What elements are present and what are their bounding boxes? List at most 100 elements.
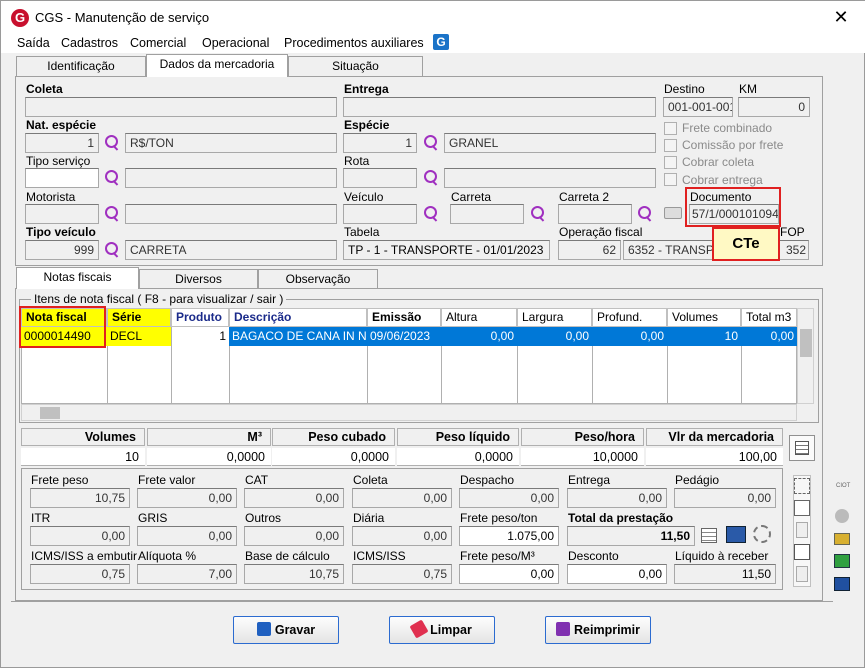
cell-altura[interactable]: 0,00 xyxy=(441,327,517,346)
gris-field[interactable]: 0,00 xyxy=(137,526,237,546)
desconto-field[interactable]: 0,00 xyxy=(567,564,667,584)
menu-saida[interactable]: Saída xyxy=(17,36,50,50)
cell-largura[interactable]: 0,00 xyxy=(517,327,592,346)
users-icon[interactable] xyxy=(834,554,850,568)
frete-combinado-checkbox[interactable] xyxy=(664,122,677,135)
cell-volumes[interactable]: 10 xyxy=(667,327,741,346)
horizontal-scrollbar[interactable] xyxy=(21,404,797,421)
entrega-field[interactable] xyxy=(343,97,656,117)
close-button[interactable]: ✕ xyxy=(829,5,853,29)
frete-valor-field[interactable]: 0,00 xyxy=(137,488,237,508)
col-profund[interactable]: Profund. xyxy=(592,308,667,327)
coleta-valor-field[interactable]: 0,00 xyxy=(352,488,452,508)
despacho-field[interactable]: 0,00 xyxy=(459,488,559,508)
menu-comercial[interactable]: Comercial xyxy=(130,36,186,50)
carreta2-field[interactable] xyxy=(558,204,632,224)
col-emissao[interactable]: Emissão xyxy=(367,308,441,327)
subtab-observacao[interactable]: Observação xyxy=(258,269,378,289)
aliquota-field[interactable]: 7,00 xyxy=(137,564,237,584)
tabela-field[interactable]: TP - 1 - TRANSPORTE - 01/01/2023 xyxy=(343,240,550,260)
coleta-field[interactable] xyxy=(25,97,337,117)
ciot-icon[interactable]: CIOT xyxy=(836,483,850,493)
vertical-scrollbar[interactable] xyxy=(797,308,814,404)
frete-peso-field[interactable]: 10,75 xyxy=(30,488,130,508)
cell-emissao[interactable]: 09/06/2023 xyxy=(367,327,441,346)
destino-field[interactable]: 001-001-001 xyxy=(663,97,733,117)
book-icon[interactable] xyxy=(726,526,746,543)
menu-operacional[interactable]: Operacional xyxy=(202,36,269,50)
diaria-field[interactable]: 0,00 xyxy=(352,526,452,546)
subtab-notas-fiscais[interactable]: Notas fiscais xyxy=(16,267,139,289)
especie-code[interactable]: 1 xyxy=(343,133,417,153)
col-largura[interactable]: Largura xyxy=(517,308,592,327)
truck-icon[interactable] xyxy=(664,207,682,219)
search-icon[interactable] xyxy=(103,241,121,259)
hscroll-thumb[interactable] xyxy=(40,407,60,419)
itr-field[interactable]: 0,00 xyxy=(30,526,130,546)
search-icon[interactable] xyxy=(422,134,440,152)
tab-identificacao[interactable]: Identificação xyxy=(16,56,146,76)
doc-icon[interactable] xyxy=(796,522,808,538)
menu-cadastros[interactable]: Cadastros xyxy=(61,36,118,50)
circle-icon[interactable] xyxy=(835,509,849,523)
hand-icon[interactable] xyxy=(834,533,850,545)
cell-serie[interactable]: DECL xyxy=(107,327,171,346)
tab-dados-mercadoria[interactable]: Dados da mercadoria xyxy=(146,54,288,77)
cobrar-entrega-checkbox[interactable] xyxy=(664,173,677,186)
cell-descricao[interactable]: BAGACO DE CANA IN N... xyxy=(229,327,367,346)
icms-iss-field[interactable]: 0,75 xyxy=(352,564,452,584)
doc-icon[interactable] xyxy=(796,566,808,582)
operacao-fiscal-code[interactable]: 62 xyxy=(558,240,621,260)
col-altura[interactable]: Altura xyxy=(441,308,517,327)
subtab-diversos[interactable]: Diversos xyxy=(139,269,258,289)
search-icon[interactable] xyxy=(422,205,440,223)
cell-produto[interactable]: 1 xyxy=(171,327,229,346)
base-calculo-field[interactable]: 10,75 xyxy=(244,564,344,584)
calculator-icon[interactable] xyxy=(789,435,815,461)
tab-situacao[interactable]: Situação xyxy=(288,56,423,76)
pedagio-field[interactable]: 0,00 xyxy=(674,488,776,508)
motorista-field[interactable] xyxy=(25,204,99,224)
tipo-servico-field[interactable] xyxy=(25,168,99,188)
bug-icon[interactable] xyxy=(794,478,810,494)
entrega-valor-field[interactable]: 0,00 xyxy=(567,488,667,508)
menu-procedimentos[interactable]: Procedimentos auxiliares xyxy=(284,36,424,50)
cat-field[interactable]: 0,00 xyxy=(244,488,344,508)
icms-embutir-field[interactable]: 0,75 xyxy=(30,564,130,584)
calculator-icon[interactable] xyxy=(701,528,717,543)
carreta-field[interactable] xyxy=(450,204,524,224)
col-produto[interactable]: Produto xyxy=(171,308,229,327)
nat-especie-code[interactable]: 1 xyxy=(25,133,99,153)
comissao-checkbox[interactable] xyxy=(664,139,677,152)
col-descricao[interactable]: Descrição xyxy=(229,308,367,327)
veiculo-field[interactable] xyxy=(343,204,417,224)
cell-profund[interactable]: 0,00 xyxy=(592,327,667,346)
cobrar-coleta-checkbox[interactable] xyxy=(664,156,677,169)
reimprimir-button[interactable]: Reimprimir xyxy=(545,616,651,644)
frete-peso-m3-field[interactable]: 0,00 xyxy=(459,564,559,584)
limpar-button[interactable]: Limpar xyxy=(389,616,495,644)
search-icon[interactable] xyxy=(103,169,121,187)
km-field[interactable]: 0 xyxy=(738,97,810,117)
rota-field[interactable] xyxy=(343,168,417,188)
percent-doc-icon[interactable] xyxy=(794,500,810,516)
search-icon[interactable] xyxy=(636,205,654,223)
col-serie[interactable]: Série xyxy=(107,308,171,327)
scroll-thumb[interactable] xyxy=(800,329,812,357)
search-icon[interactable] xyxy=(422,169,440,187)
col-total-m3[interactable]: Total m3 xyxy=(741,308,797,327)
search-icon[interactable] xyxy=(103,134,121,152)
search-icon[interactable] xyxy=(529,205,547,223)
tipo-veiculo-code[interactable]: 999 xyxy=(25,240,99,260)
help-logo-icon[interactable]: G xyxy=(433,34,449,50)
monitor-icon[interactable] xyxy=(794,544,810,560)
outros-field[interactable]: 0,00 xyxy=(244,526,344,546)
col-volumes[interactable]: Volumes xyxy=(667,308,741,327)
cell-total-m3[interactable]: 0,00 xyxy=(741,327,797,346)
frete-peso-ton-field[interactable]: 1.075,00 xyxy=(459,526,559,546)
table-row[interactable]: 0000014490 DECL 1 BAGACO DE CANA IN N...… xyxy=(21,327,797,346)
gear-icon[interactable] xyxy=(753,525,771,543)
gravar-button[interactable]: Gravar xyxy=(233,616,339,644)
person-icon[interactable] xyxy=(834,577,850,591)
search-icon[interactable] xyxy=(103,205,121,223)
